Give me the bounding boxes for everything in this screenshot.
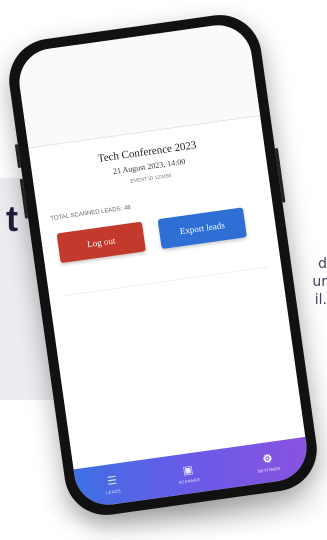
tab-label: SCANNER [178, 476, 201, 485]
phone-screen: Tech Conference 2023 21 August 2023, 14:… [15, 20, 311, 510]
logout-button[interactable]: Log out [56, 221, 146, 264]
tab-settings[interactable]: ⚙ SETTINGS [256, 451, 281, 473]
list-icon: ☰ [106, 474, 118, 488]
tab-label: SETTINGS [257, 465, 281, 474]
tab-leads[interactable]: ☰ LEADS [104, 474, 121, 495]
background-heading-fragment: t [6, 198, 18, 239]
phone-mockup: Tech Conference 2023 21 August 2023, 14:… [3, 9, 323, 521]
phone-power-button [274, 147, 286, 203]
scanner-icon: ▣ [181, 463, 194, 477]
total-leads-label: TOTAL SCANNED LEADS: 48 [50, 204, 132, 223]
event-card: Tech Conference 2023 21 August 2023, 14:… [40, 117, 270, 297]
export-leads-button[interactable]: Export leads [157, 207, 247, 250]
phone-side-button [14, 144, 22, 169]
tab-scanner[interactable]: ▣ SCANNER [176, 463, 201, 485]
gear-icon: ⚙ [261, 452, 274, 466]
tab-label: LEADS [105, 487, 122, 495]
